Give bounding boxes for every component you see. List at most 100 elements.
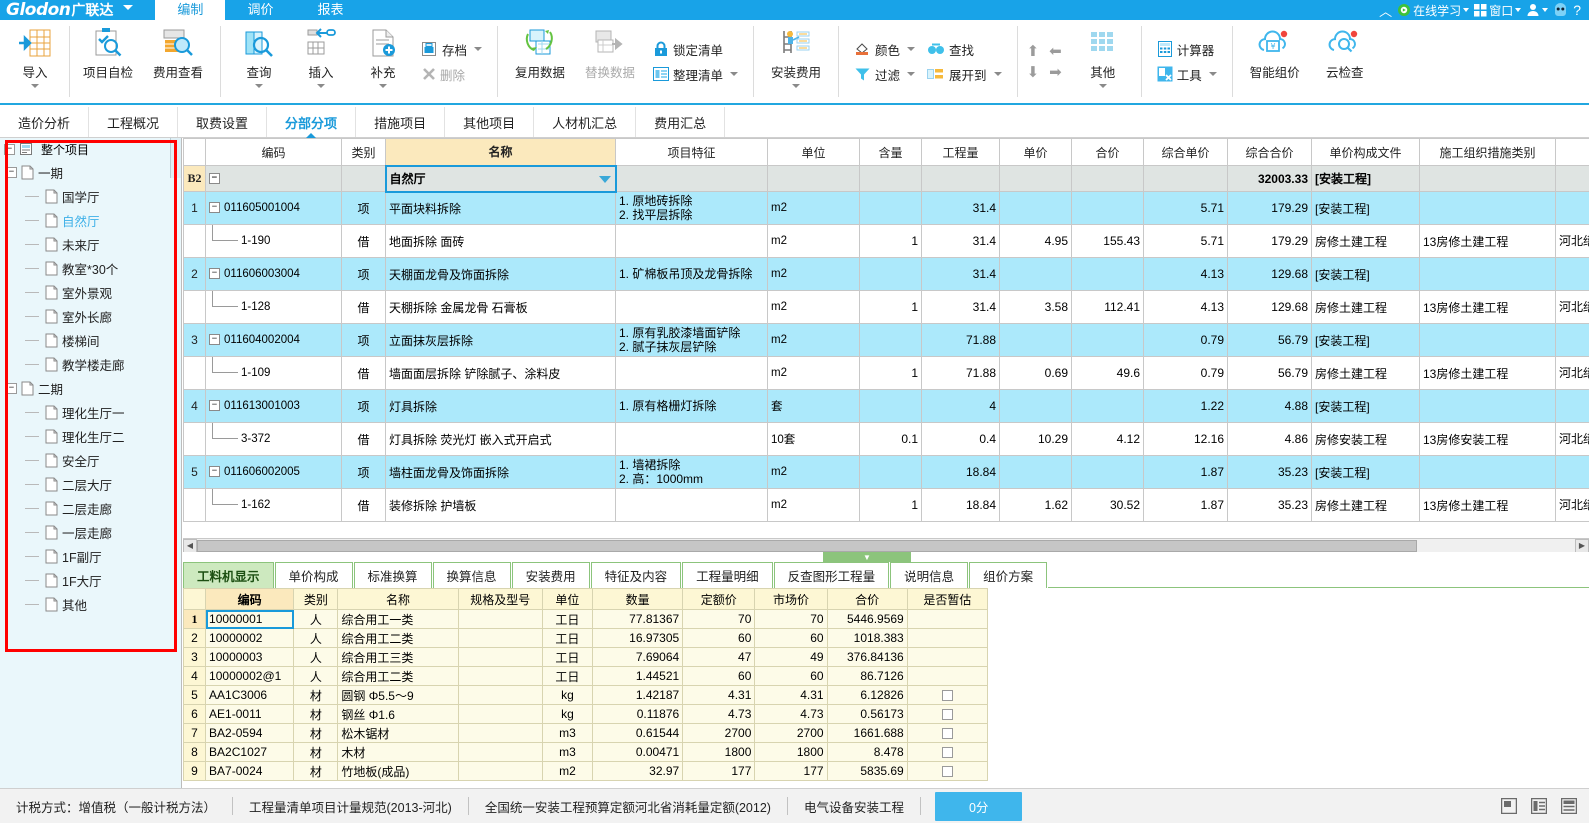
cell-unit[interactable]: m2 (767, 356, 860, 390)
tree-node-13[interactable]: 二层大厅 (0, 472, 181, 496)
cell-ratio[interactable]: 1 (859, 356, 922, 390)
other-button[interactable]: 其他 (1072, 20, 1134, 103)
col-header-quantity[interactable]: 工程量 (921, 138, 1000, 166)
table-row[interactable]: 5−011606002005 项墙柱面龙骨及饰面拆除 1. 墙裙拆除 2. 高：100… (183, 455, 1589, 489)
cell-ratio[interactable]: 1 (859, 488, 922, 522)
tree-node-15[interactable]: 一层走廊 (0, 520, 181, 544)
move-left-icon[interactable]: ⬅ (1049, 44, 1062, 59)
app-menu-caret-icon[interactable] (123, 4, 134, 10)
cell-code[interactable]: −011604002004 (205, 323, 342, 357)
cell-code[interactable]: 10000002 (205, 628, 295, 648)
query-button[interactable]: 查询 (228, 20, 290, 103)
cell-quantity[interactable]: 71.88 (921, 356, 1000, 390)
cell-category[interactable]: 人 (293, 609, 339, 629)
tree-node-6[interactable]: 室外长廊 (0, 304, 181, 328)
cell-measure-type[interactable] (1419, 257, 1556, 291)
cell-comprehensive-unit-price[interactable]: 5.71 (1143, 191, 1228, 225)
cell-code[interactable]: − (205, 165, 342, 192)
move-up-icon[interactable]: ⬆ (1027, 44, 1040, 59)
find-button[interactable]: 查找 (921, 37, 980, 62)
ribbon-tab-report[interactable]: 报表 (295, 0, 365, 20)
col-header-ratio[interactable]: 含量 (859, 138, 922, 166)
tree-node-17[interactable]: 1F大厅 (0, 568, 181, 592)
cell-market-price[interactable]: 177 (754, 761, 828, 781)
cell-code[interactable]: AA1C3006 (205, 685, 295, 705)
cell-feature[interactable]: 1. 矿棉板吊顶及龙骨拆除 (615, 257, 768, 291)
cell-total[interactable]: 1018.383 (826, 628, 908, 648)
cell-unit[interactable]: kg (541, 685, 593, 705)
cell-extra[interactable]: 河北缮工定额 (1555, 224, 1589, 258)
tree-node-7[interactable]: 楼梯间 (0, 328, 181, 352)
col-header-unit[interactable]: 单位 (767, 138, 860, 166)
cell-comprehensive-total[interactable]: 179.29 (1227, 224, 1312, 258)
insert-button[interactable]: 插入 (290, 20, 352, 103)
bottom-tab-8[interactable]: 说明信息 (890, 562, 969, 588)
cell-spec[interactable] (457, 761, 543, 781)
row-expander[interactable]: − (209, 400, 220, 412)
cell-quantity[interactable]: 0.00471 (591, 742, 684, 762)
cell-code[interactable]: 3-372 (205, 422, 342, 456)
cell-market-price[interactable]: 4.31 (754, 685, 828, 705)
cell-market-price[interactable]: 4.73 (754, 704, 828, 724)
tree-node-12[interactable]: 安全厅 (0, 448, 181, 472)
division-items-grid[interactable]: 编码 类别 名称 项目特征 单位 含量 工程量 单价 合价 综合单价 综合合价 … (183, 138, 1589, 550)
table-row[interactable]: 2−011606003004 项天棚面龙骨及饰面拆除 1. 矿棉板吊顶及龙骨拆除 m2… (183, 257, 1589, 291)
insert-dropdown-icon[interactable] (317, 84, 325, 88)
cell-category[interactable]: 材 (293, 685, 339, 705)
cell-unit-price[interactable]: 0.69 (999, 356, 1072, 390)
cell-category[interactable]: 人 (293, 628, 339, 648)
cell-unit[interactable]: 工日 (541, 647, 593, 667)
cell-price-file[interactable]: [安装工程] (1311, 323, 1420, 357)
user-button[interactable] (1526, 3, 1549, 17)
expand-to-dropdown-icon[interactable] (993, 72, 1002, 76)
resource-detail-grid[interactable]: 编码 类别 名称 规格及型号 单位 数量 定额价 市场价 合价 是否暂估 1 10… (183, 588, 1589, 787)
bottom-tab-6[interactable]: 工程量明细 (682, 562, 773, 588)
move-down-icon[interactable]: ⬇ (1027, 65, 1040, 80)
col-header-comprehensive-total[interactable]: 综合合价 (1227, 138, 1312, 166)
cell-unit[interactable]: 套 (767, 389, 860, 423)
cell-spec[interactable] (457, 685, 543, 705)
cell-code[interactable]: −011606003004 (205, 257, 342, 291)
cell-unit[interactable]: m2 (767, 323, 860, 357)
score-button[interactable]: 0分 (934, 791, 1023, 821)
cell-spec[interactable] (457, 742, 543, 762)
cell-provisional[interactable] (906, 704, 989, 724)
cell-unit[interactable]: 工日 (541, 609, 593, 629)
cell-total[interactable]: 5835.69 (826, 761, 908, 781)
cell-quantity[interactable]: 0.61544 (591, 723, 684, 743)
cell-quantity[interactable]: 1.42187 (591, 685, 684, 705)
bcol-header-total[interactable]: 合价 (826, 588, 908, 610)
cell-unit-price[interactable]: 3.58 (999, 290, 1072, 324)
row-expander[interactable]: − (209, 334, 220, 346)
import-dropdown-icon[interactable] (31, 84, 39, 88)
tree-node-4[interactable]: 教室*30个 (0, 256, 181, 280)
cell-total-price[interactable] (1071, 257, 1144, 291)
cell-unit-price[interactable] (999, 165, 1072, 192)
cell-category[interactable]: 材 (293, 704, 339, 724)
cell-unit[interactable]: m2 (767, 455, 860, 489)
cell-ratio[interactable] (859, 257, 922, 291)
cell-code[interactable]: BA7-0024 (205, 761, 295, 781)
cell-quantity[interactable]: 0.4 (921, 422, 1000, 456)
cell-comprehensive-unit-price[interactable]: 1.87 (1143, 488, 1228, 522)
table-row[interactable]: 3-372 借灯具拆除 荧光灯 嵌入式开启式 10套 0.1 0.4 10.29 4.12 1… (183, 422, 1589, 456)
cell-quantity[interactable]: 4 (921, 389, 1000, 423)
cell-name[interactable]: 天棚拆除 金属龙骨 石膏板 (385, 290, 616, 324)
cell-spec[interactable] (457, 609, 543, 629)
row-expander[interactable]: − (209, 172, 220, 184)
calculator-button[interactable]: 计算器 (1151, 37, 1223, 62)
cell-ratio[interactable] (859, 165, 922, 192)
cell-extra[interactable] (1555, 455, 1589, 489)
cell-price-file[interactable]: [安装工程] (1311, 455, 1420, 489)
cell-quantity[interactable]: 7.69064 (591, 647, 684, 667)
cell-standard-price[interactable]: 4.31 (682, 685, 756, 705)
cell-spec[interactable] (457, 628, 543, 648)
cell-market-price[interactable]: 1800 (754, 742, 828, 762)
cell-ratio[interactable] (859, 191, 922, 225)
tab-division-items[interactable]: 分部分项 (267, 107, 357, 138)
import-button[interactable]: 导入 (4, 20, 66, 103)
cell-standard-price[interactable]: 60 (682, 628, 756, 648)
provisional-checkbox[interactable] (941, 728, 953, 740)
cell-unit[interactable] (767, 165, 860, 192)
tree-node-1[interactable]: 国学厅 (0, 184, 181, 208)
